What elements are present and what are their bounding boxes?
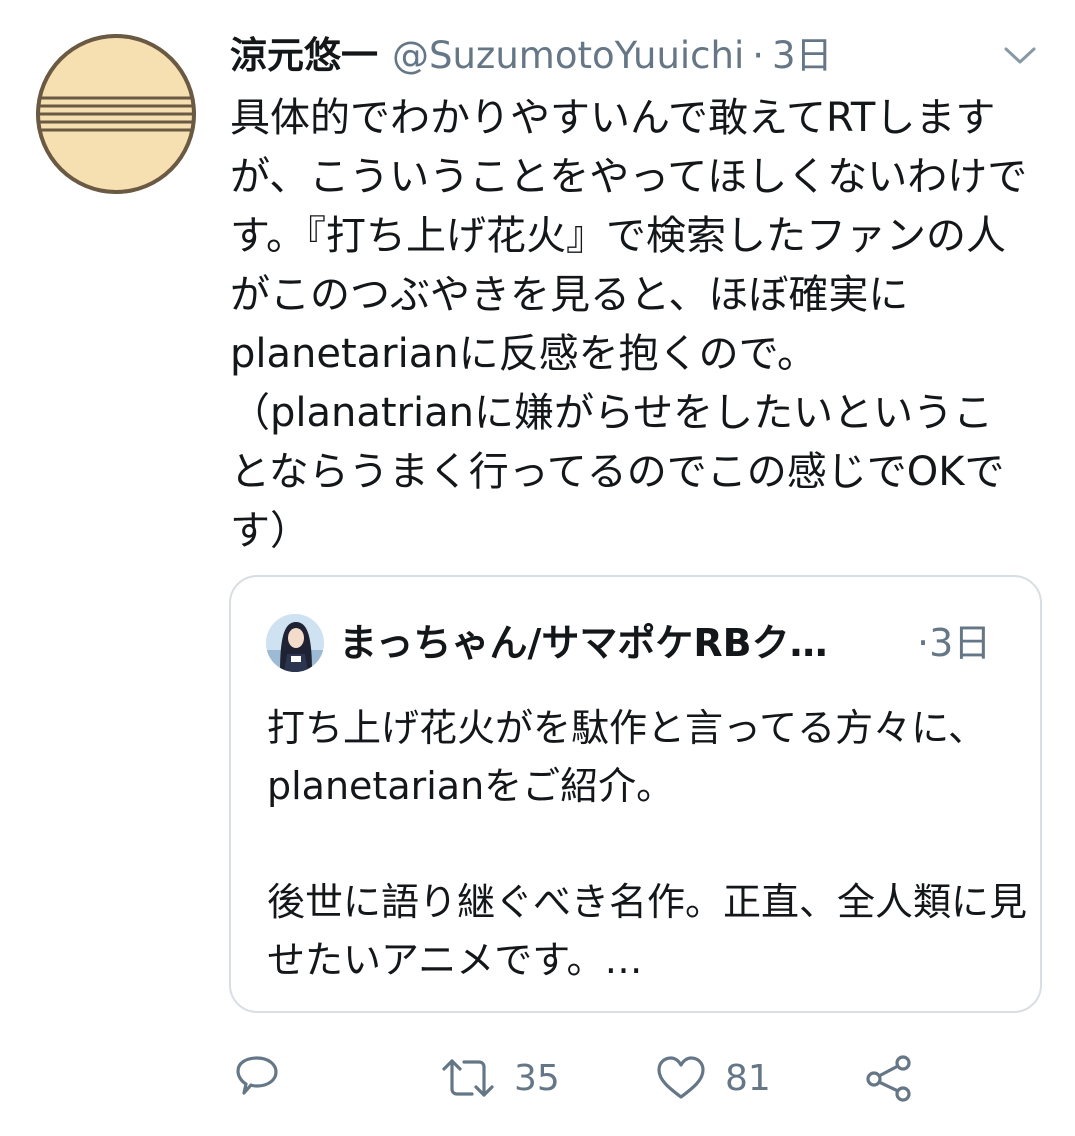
share-icon — [866, 1055, 911, 1102]
tweet-timestamp[interactable]: 3日 — [772, 30, 833, 82]
anime-character-avatar-icon — [266, 614, 324, 672]
author-avatar[interactable] — [36, 34, 196, 194]
retweet-icon — [442, 1059, 494, 1097]
tweet-body: 具体的でわかりやすいんで敢えてRTしますが、こういうことをやってほしくないわけで… — [230, 95, 1028, 554]
share-button[interactable] — [863, 1050, 915, 1106]
gold-disc-avatar-icon — [36, 34, 196, 194]
quoted-header-separator: · — [917, 621, 930, 665]
heart-icon — [657, 1056, 705, 1099]
quoted-author-avatar[interactable] — [266, 614, 324, 672]
like-button[interactable]: 81 — [655, 1050, 771, 1106]
retweet-count: 35 — [514, 1057, 560, 1099]
quoted-tweet-timestamp[interactable]: ·3日 — [917, 615, 991, 671]
quoted-tweet-card[interactable]: まっちゃん/サマポケRBク… ·3日 打ち上げ花火がを駄作と言ってる方々に、pl… — [229, 575, 1042, 1013]
author-handle[interactable]: @SuzumotoYuuichi — [392, 30, 744, 82]
reply-button[interactable] — [232, 1050, 282, 1106]
author-display-name[interactable]: 涼元悠一 — [230, 30, 378, 82]
quoted-tweet-header: まっちゃん/サマポケRBク… ·3日 — [339, 615, 1019, 671]
tweet-action-bar: 35 81 — [230, 1050, 1030, 1106]
like-count: 81 — [725, 1057, 771, 1099]
tweet-header: 涼元悠一 @SuzumotoYuuichi · 3日 — [230, 30, 833, 82]
retweet-button[interactable]: 35 — [440, 1050, 560, 1106]
quoted-author-display-name[interactable]: まっちゃん/サマポケRBク… — [339, 615, 879, 671]
chevron-down-icon — [1004, 47, 1036, 64]
reply-icon — [236, 1056, 278, 1095]
more-options-button[interactable] — [1000, 40, 1040, 70]
header-separator: · — [752, 34, 765, 77]
quoted-time-label: 3日 — [929, 621, 992, 665]
quoted-tweet-body: 打ち上げ花火がを駄作と言ってる方々に、planetarianをご紹介。 後世に語… — [267, 706, 1028, 982]
